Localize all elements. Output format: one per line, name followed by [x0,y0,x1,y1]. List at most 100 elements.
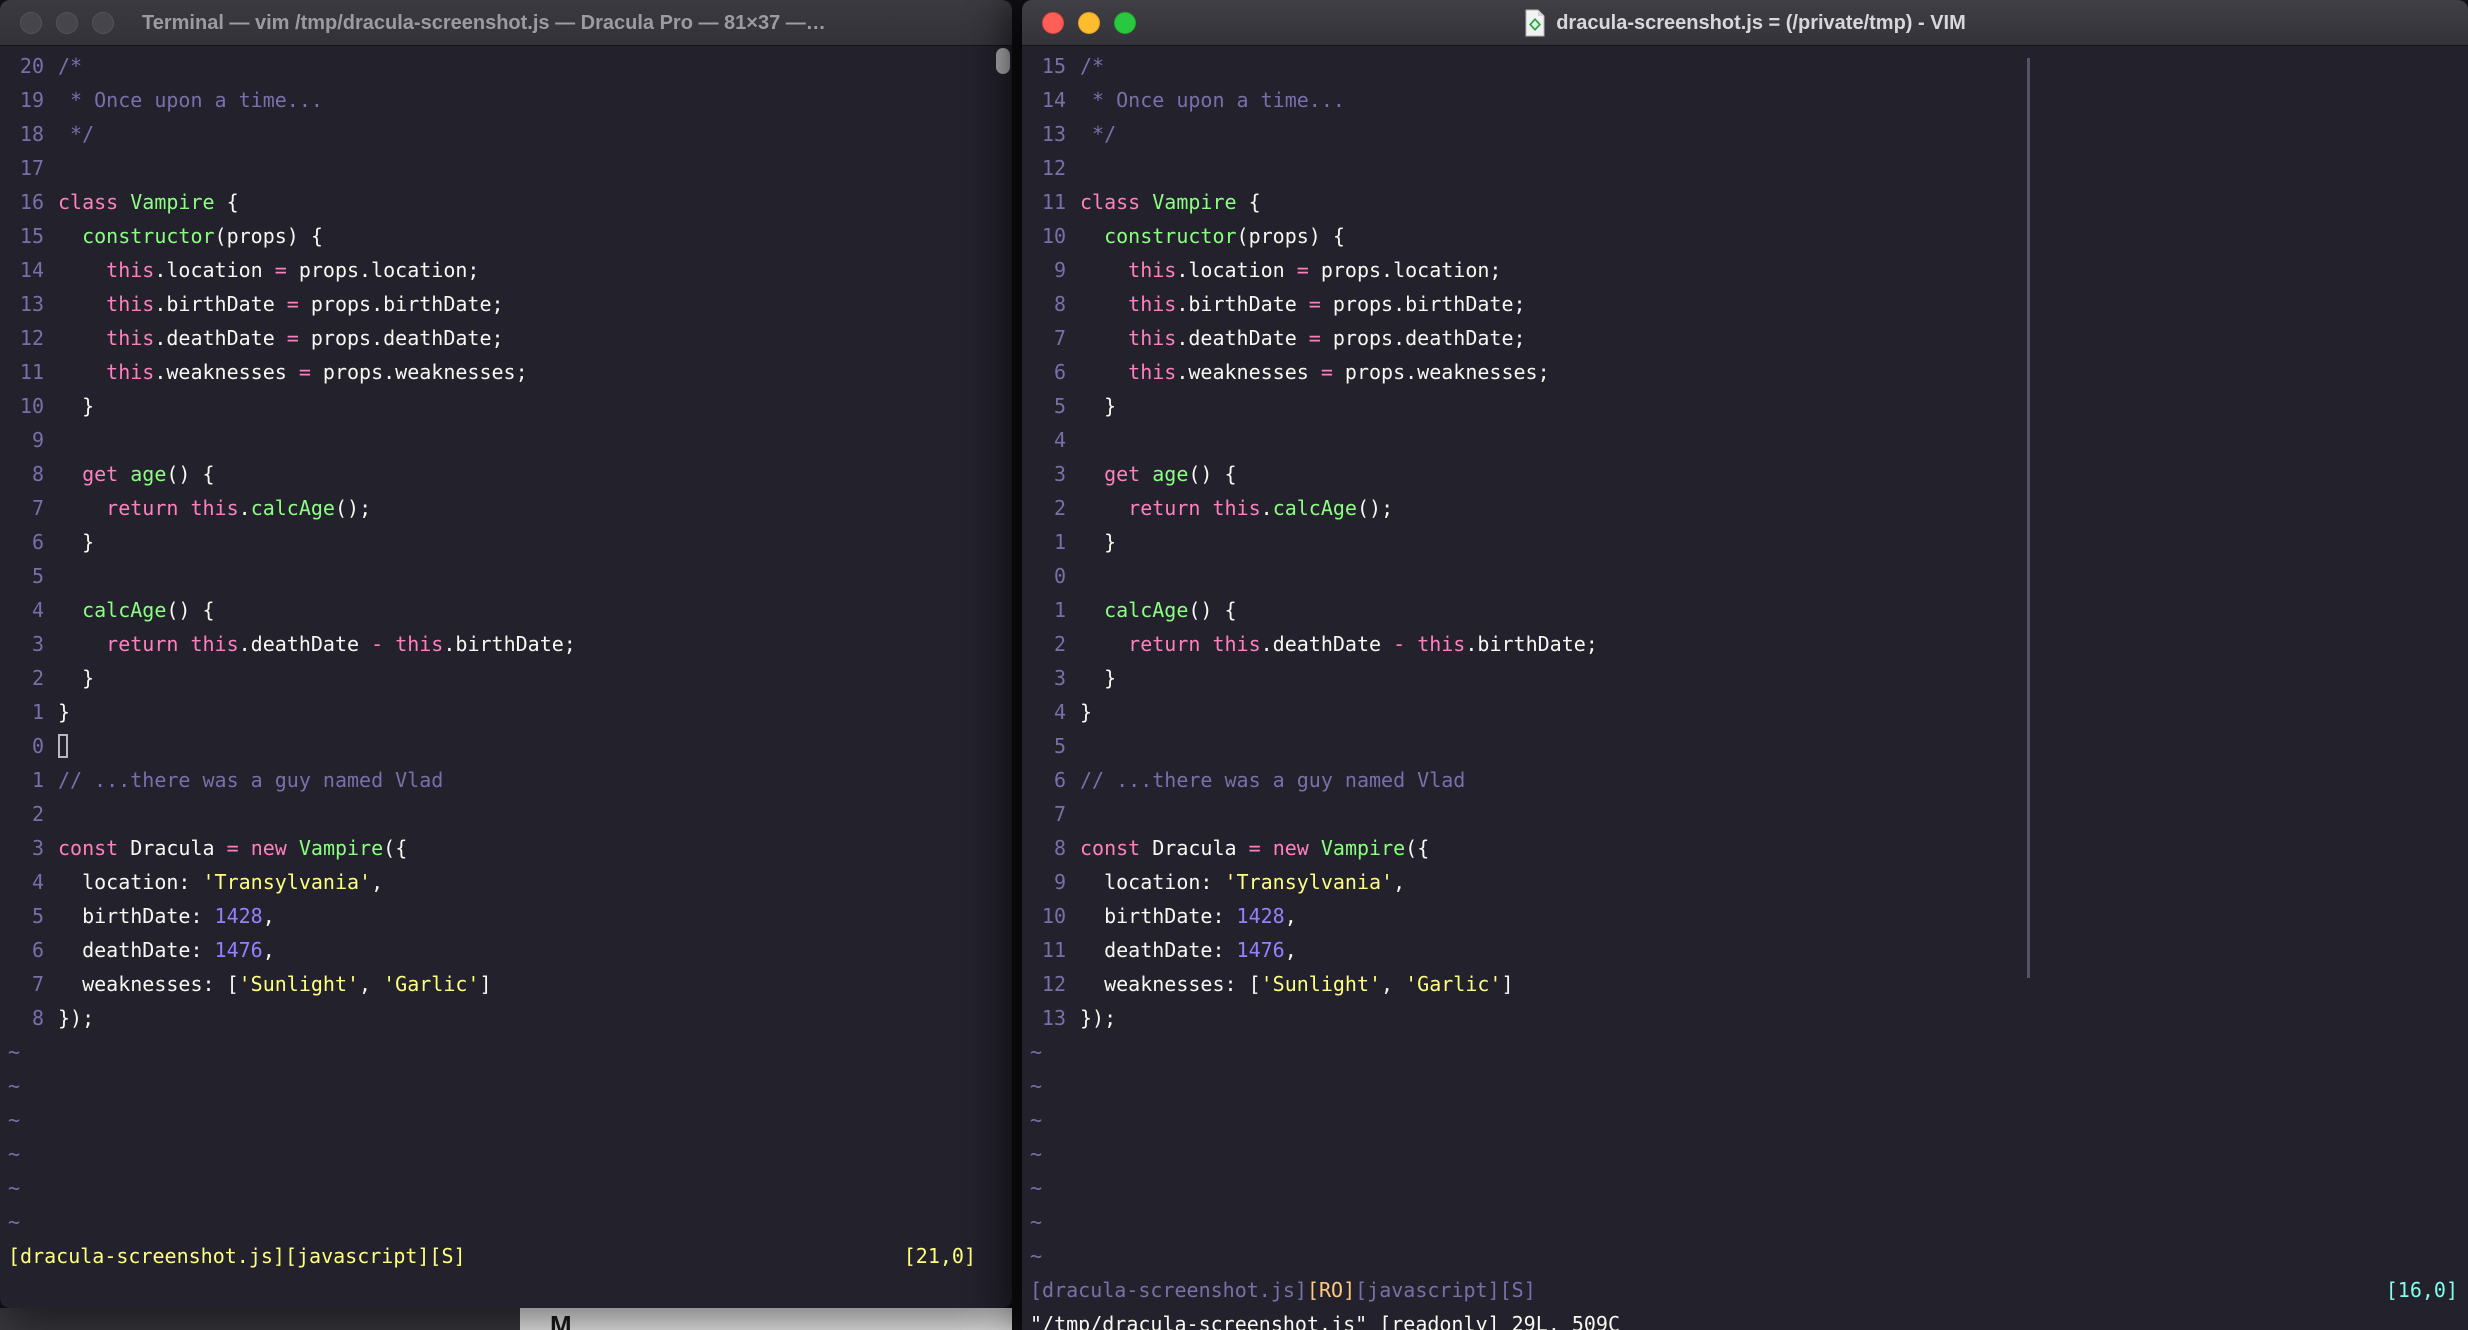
code-line[interactable]: 1 } [1022,525,2468,559]
code-line[interactable]: 12 weaknesses: ['Sunlight', 'Garlic'] [1022,967,2468,1001]
code-line[interactable]: 8 get age() { [0,457,1012,491]
line-number: 1 [31,700,44,724]
code-line[interactable]: 7 this.deathDate = props.deathDate; [1022,321,2468,355]
code-line[interactable]: 9 this.location = props.location; [1022,253,2468,287]
line-number: 7 [31,972,44,996]
code-line[interactable]: 6 } [0,525,1012,559]
tilde-row: ~ [1030,1176,1043,1200]
code-line[interactable]: 13 this.birthDate = props.birthDate; [0,287,1012,321]
line-number: 10 [19,394,44,418]
window-title: Terminal — vim /tmp/dracula-screenshot.j… [142,12,826,34]
code-text: */ [1080,122,1117,146]
code-line[interactable]: 9 [0,423,1012,457]
code-text: } [1080,394,1117,418]
line-number: 9 [1053,870,1066,894]
column-guide [2027,58,2030,978]
line-number: 5 [31,904,44,928]
scrollbar-thumb[interactable] [996,48,1010,74]
line-number: 3 [1053,462,1066,486]
code-line[interactable]: 2 return this.calcAge(); [1022,491,2468,525]
macvim-titlebar[interactable]: dracula-screenshot.js = (/private/tmp) -… [1022,0,2468,46]
code-line[interactable]: 5 [1022,729,2468,763]
code-line[interactable]: 2 return this.deathDate - this.birthDate… [1022,627,2468,661]
code-line[interactable]: 3 } [1022,661,2468,695]
code-line[interactable]: 8}); [0,1001,1012,1035]
line-number: 13 [1041,122,1066,146]
code-line[interactable]: 10 birthDate: 1428, [1022,899,2468,933]
code-line[interactable]: 8 const Dracula = new Vampire({ [1022,831,2468,865]
code-line[interactable]: 2 [0,797,1012,831]
code-line[interactable]: 16 class Vampire { [0,185,1012,219]
macvim-buffer[interactable]: 15/* 14 * Once upon a time... 13 */12 11 cla… [1022,47,2468,1273]
tilde-row: ~ [8,1142,21,1166]
traffic-lights [20,0,114,45]
code-line[interactable]: 4} [1022,695,2468,729]
code-line[interactable]: 7 [1022,797,2468,831]
code-text: } [1080,530,1117,554]
code-line[interactable]: 3 get age() { [1022,457,2468,491]
code-line[interactable]: 10 constructor(props) { [1022,219,2468,253]
code-line[interactable]: 0 [0,729,1012,763]
code-line[interactable]: 8 this.birthDate = props.birthDate; [1022,287,2468,321]
code-line[interactable]: 14 * Once upon a time... [1022,83,2468,117]
tilde-row: ~ [8,1176,21,1200]
line-number: 7 [31,496,44,520]
code-text: class Vampire { [1080,190,1261,214]
code-line[interactable]: 11 this.weaknesses = props.weaknesses; [0,355,1012,389]
code-line[interactable]: 13 */ [1022,117,2468,151]
code-line[interactable]: 9 location: 'Transylvania', [1022,865,2468,899]
line-number: 16 [19,190,44,214]
code-line[interactable]: 3 return this.deathDate - this.birthDate… [0,627,1012,661]
code-line[interactable]: 13}); [1022,1001,2468,1035]
code-text: return this.deathDate - this.birthDate; [1128,632,1598,656]
line-number: 20 [19,54,44,78]
code-line[interactable]: 2 } [0,661,1012,695]
code-line[interactable]: 10 } [0,389,1012,423]
terminal-titlebar[interactable]: Terminal — vim /tmp/dracula-screenshot.j… [0,0,1012,46]
code-line[interactable]: 0 [1022,559,2468,593]
line-number: 1 [31,768,44,792]
terminal-vim-buffer[interactable]: 20/* 19 * Once upon a time... 18 */17 16 cla… [0,47,1012,1239]
line-number: 0 [1053,564,1066,588]
statusline-flags: [dracula-screenshot.js][RO][javascript][… [1022,1273,1536,1307]
code-line[interactable]: 6 // ...there was a guy named Vlad [1022,763,2468,797]
line-number: 15 [19,224,44,248]
line-number: 1 [1053,598,1066,622]
code-line[interactable]: 19 * Once upon a time... [0,83,1012,117]
code-line[interactable]: 20 /* [0,49,1012,83]
code-line[interactable]: 1 calcAge() { [1022,593,2468,627]
code-line[interactable]: 17 [0,151,1012,185]
code-line[interactable]: 5 } [1022,389,2468,423]
code-line[interactable]: 4 location: 'Transylvania', [0,865,1012,899]
code-line[interactable]: 11 class Vampire { [1022,185,2468,219]
code-line[interactable]: 1} [0,695,1012,729]
code-text: return this.calcAge(); [106,496,372,520]
code-line[interactable]: 15 /* [1022,49,2468,83]
code-text: /* [1080,54,1105,78]
code-line[interactable]: 11 deathDate: 1476, [1022,933,2468,967]
status-segment: [javascript][S] [1355,1278,1536,1302]
minimize-button[interactable] [56,11,78,34]
tilde-row: ~ [8,1210,21,1234]
code-line[interactable]: 4 calcAge() { [0,593,1012,627]
code-line[interactable]: 7 weaknesses: ['Sunlight', 'Garlic'] [0,967,1012,1001]
code-line[interactable]: 18 */ [0,117,1012,151]
code-text: this.deathDate = props.deathDate; [106,326,504,350]
code-line[interactable]: 14 this.location = props.location; [0,253,1012,287]
code-line[interactable]: 12 [1022,151,2468,185]
code-line[interactable]: 12 this.deathDate = props.deathDate; [0,321,1012,355]
code-line[interactable]: 1 // ...there was a guy named Vlad [0,763,1012,797]
code-line[interactable]: 5 birthDate: 1428, [0,899,1012,933]
code-line[interactable]: 15 constructor(props) { [0,219,1012,253]
code-line[interactable]: 5 [0,559,1012,593]
line-number: 9 [1053,258,1066,282]
code-line[interactable]: 6 deathDate: 1476, [0,933,1012,967]
code-line[interactable]: 4 [1022,423,2468,457]
code-line[interactable]: 3 const Dracula = new Vampire({ [0,831,1012,865]
code-line[interactable]: 7 return this.calcAge(); [0,491,1012,525]
zoom-button[interactable] [92,11,114,34]
line-number: 3 [1053,666,1066,690]
line-number: 3 [31,632,44,656]
close-button[interactable] [20,11,42,34]
code-line[interactable]: 6 this.weaknesses = props.weaknesses; [1022,355,2468,389]
